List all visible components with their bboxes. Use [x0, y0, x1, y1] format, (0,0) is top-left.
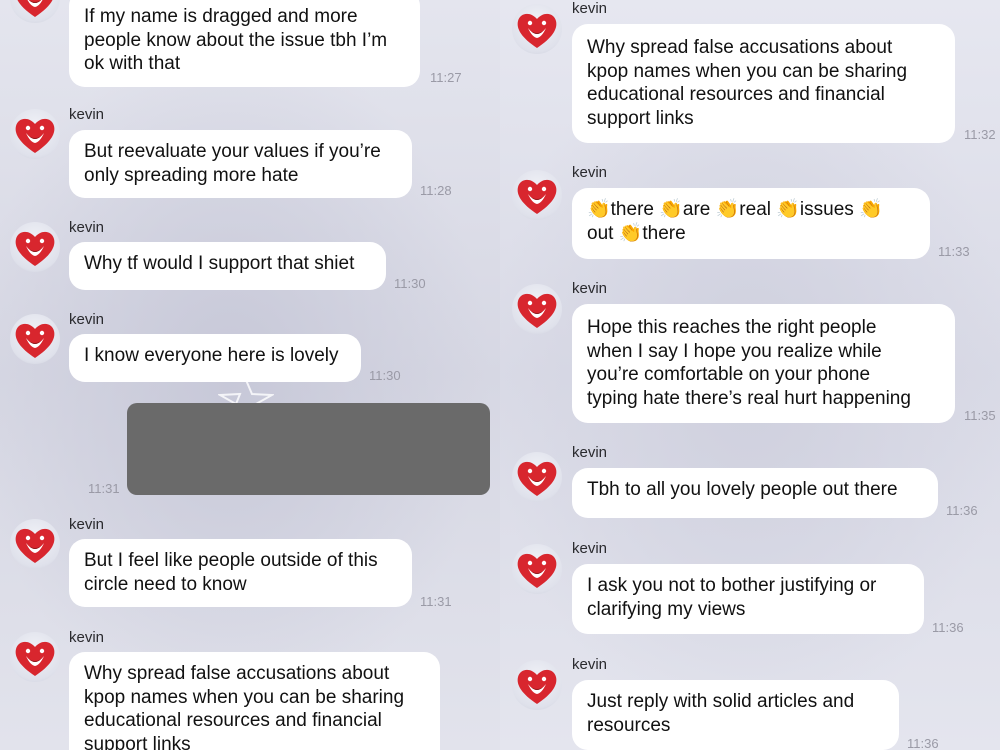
sender-name: kevin [69, 311, 105, 328]
message-bubble[interactable]: Why spread false accusations about kpop … [69, 652, 440, 750]
message-time: 11:35 [964, 408, 996, 423]
message-bubble[interactable]: Tbh to all you lovely people out there [572, 468, 938, 518]
message-time: 11:30 [369, 368, 401, 383]
red-heart-character-icon [517, 669, 557, 704]
message-time: 11:30 [394, 276, 426, 291]
message-bubble[interactable]: Just reply with solid articles and resou… [572, 680, 899, 750]
avatar[interactable] [10, 0, 60, 23]
avatar[interactable] [512, 4, 562, 54]
redacted-message-block [127, 403, 490, 495]
sender-name: kevin [572, 444, 608, 461]
message-time: 11:27 [430, 70, 462, 85]
red-heart-character-icon [517, 13, 557, 48]
message-bubble[interactable]: I know everyone here is lovely [69, 334, 361, 382]
message-bubble[interactable]: Why spread false accusations about kpop … [572, 24, 955, 143]
avatar[interactable] [512, 544, 562, 594]
message-bubble[interactable]: Hope this reaches the right people when … [572, 304, 955, 423]
message-time: 11:32 [964, 127, 996, 142]
message-time: 11:36 [907, 736, 939, 750]
avatar[interactable] [512, 452, 562, 502]
avatar[interactable] [512, 284, 562, 334]
red-heart-character-icon [15, 528, 55, 563]
red-heart-character-icon [517, 553, 557, 588]
red-heart-character-icon [15, 323, 55, 358]
avatar[interactable] [512, 170, 562, 220]
red-heart-character-icon [17, 0, 53, 17]
message-bubble[interactable]: I ask you not to bother justifying or cl… [572, 564, 924, 634]
avatar[interactable] [10, 519, 60, 569]
red-heart-character-icon [15, 231, 55, 266]
avatar[interactable] [10, 109, 60, 159]
sender-name: kevin [572, 656, 608, 673]
left-chat-panel[interactable]: If my name is dragged and more people kn… [0, 0, 500, 750]
avatar[interactable] [10, 314, 60, 364]
sender-name: kevin [572, 540, 608, 557]
red-heart-character-icon [517, 461, 557, 496]
right-chat-panel[interactable]: kevin Why spread false accusations about… [500, 0, 1000, 750]
message-bubble[interactable]: Why tf would I support that shiet [69, 242, 386, 290]
avatar[interactable] [512, 660, 562, 710]
message-time: 11:31 [88, 481, 120, 496]
message-bubble[interactable]: If my name is dragged and more people kn… [69, 0, 420, 87]
sender-name: kevin [69, 106, 105, 123]
message-time: 11:36 [932, 620, 964, 635]
sender-name: kevin [572, 164, 608, 181]
message-time: 11:31 [420, 594, 452, 609]
message-bubble[interactable]: But reevaluate your values if you’re onl… [69, 130, 412, 198]
sender-name: kevin [69, 629, 105, 646]
sender-name: kevin [69, 516, 105, 533]
message-time: 11:36 [946, 503, 978, 518]
sender-name: kevin [69, 219, 105, 236]
message-time: 11:28 [420, 183, 452, 198]
message-bubble[interactable]: 👏there 👏are 👏real 👏issues 👏 out 👏there [572, 188, 930, 259]
avatar[interactable] [10, 632, 60, 682]
sender-name: kevin [572, 280, 608, 297]
message-bubble[interactable]: But I feel like people outside of this c… [69, 539, 412, 607]
avatar[interactable] [10, 222, 60, 272]
message-time: 11:33 [938, 244, 970, 259]
red-heart-character-icon [15, 641, 55, 676]
red-heart-character-icon [517, 293, 557, 328]
red-heart-character-icon [517, 179, 557, 214]
sender-name: kevin [572, 0, 608, 17]
red-heart-character-icon [15, 118, 55, 153]
